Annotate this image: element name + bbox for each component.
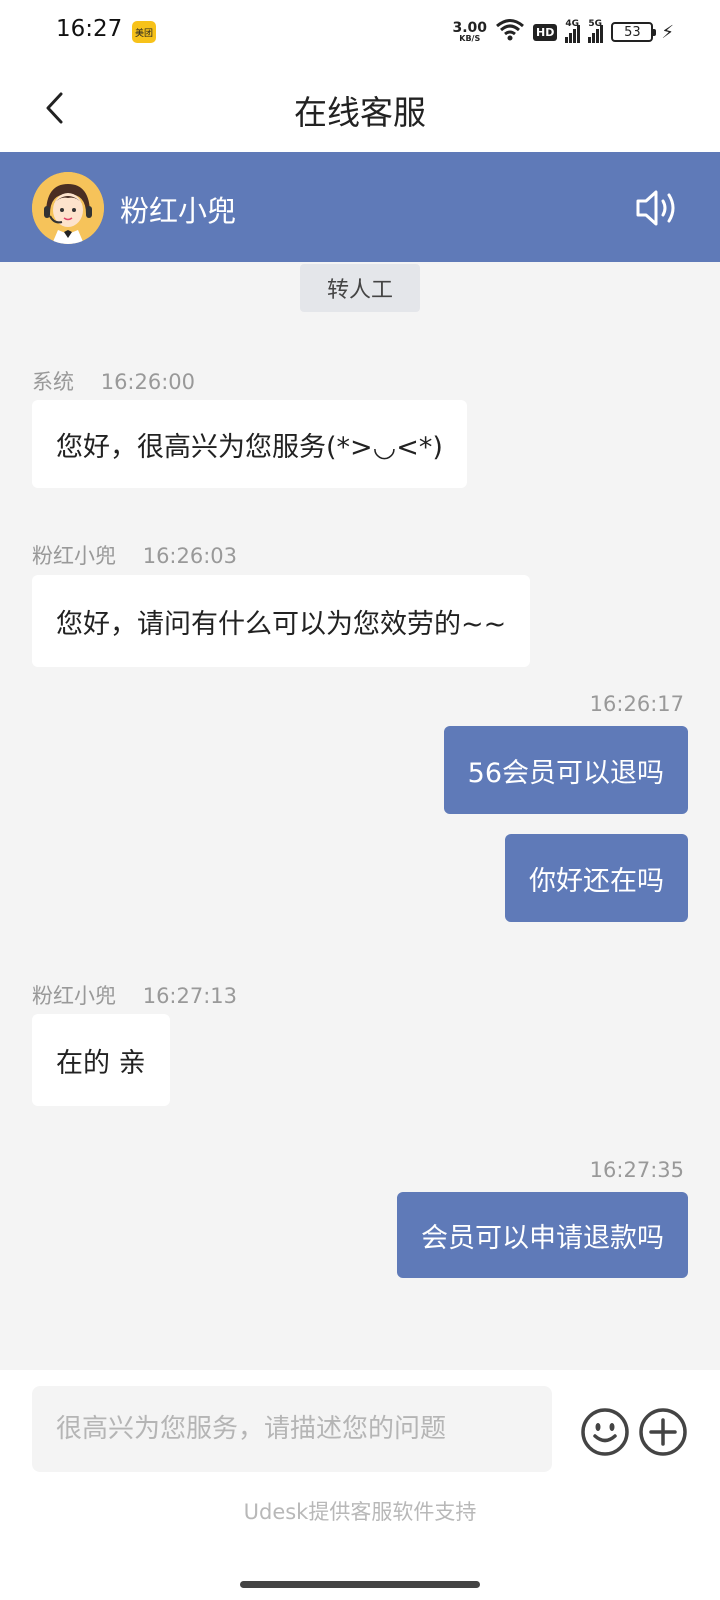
agent-header: 粉红小兜 bbox=[0, 152, 720, 262]
message-time: 16:26:03 bbox=[142, 544, 238, 568]
message-time: 16:26:00 bbox=[100, 370, 196, 394]
composer: Udesk提供客服软件支持 bbox=[0, 1370, 720, 1600]
agent-name: 粉红小兜 bbox=[120, 194, 237, 228]
message-sender: 粉红小兜 bbox=[32, 984, 116, 1008]
powered-by-text: Udesk提供客服软件支持 bbox=[243, 1500, 477, 1524]
message-time: 16:27:35 bbox=[589, 1158, 684, 1182]
agent-avatar bbox=[32, 172, 104, 244]
signal-4g-label: 4G bbox=[565, 19, 580, 29]
battery-icon: 53 bbox=[611, 22, 657, 42]
more-options-button[interactable] bbox=[638, 1407, 688, 1457]
network-speed-value: 3.00 bbox=[452, 20, 488, 36]
message-bubble-left: 您好，请问有什么可以为您效劳的~~ bbox=[32, 575, 531, 667]
meituan-notification-icon: 美团 bbox=[132, 21, 156, 43]
network-speed: 3.00 KB/S bbox=[452, 21, 487, 43]
message-meta: 粉红小兜 16:27:13 bbox=[32, 980, 237, 1010]
message-meta: 系统 16:26:00 bbox=[32, 366, 195, 396]
message-time: 16:26:17 bbox=[589, 692, 684, 716]
message-meta: 粉红小兜 16:26:03 bbox=[32, 540, 237, 570]
message-input-container bbox=[32, 1386, 552, 1472]
status-time: 16:27 bbox=[56, 16, 123, 42]
signal-5g-icon: 5G bbox=[588, 19, 604, 43]
status-bar: 16:27 美团 3.00 KB/S HD 4G 5G 53 ⚡ bbox=[0, 0, 720, 64]
emoji-button[interactable] bbox=[580, 1407, 630, 1457]
nav-bar: 在线客服 bbox=[0, 64, 720, 152]
hd-voice-icon: HD bbox=[533, 23, 558, 41]
message-time: 16:27:13 bbox=[142, 984, 238, 1008]
plus-circle-icon bbox=[639, 1408, 687, 1456]
wifi-icon bbox=[495, 18, 525, 46]
message-sender: 粉红小兜 bbox=[32, 544, 116, 568]
sound-toggle-button[interactable] bbox=[634, 188, 684, 228]
network-speed-unit: KB/S bbox=[459, 34, 481, 43]
smiley-icon bbox=[581, 1408, 629, 1456]
message-bubble-right: 会员可以申请退款吗 bbox=[397, 1192, 688, 1278]
signal-4g-icon: 4G bbox=[565, 19, 581, 43]
message-input[interactable] bbox=[56, 1414, 528, 1444]
page-title: 在线客服 bbox=[294, 93, 426, 132]
message-bubble-right: 56会员可以退吗 bbox=[443, 726, 688, 814]
message-bubble-right: 你好还在吗 bbox=[505, 834, 688, 922]
speaker-icon bbox=[636, 190, 675, 226]
message-bubble-left: 在的 亲 bbox=[32, 1014, 170, 1106]
home-indicator[interactable] bbox=[240, 1581, 480, 1588]
status-indicators: 3.00 KB/S HD 4G 5G 53 ⚡ bbox=[452, 18, 674, 46]
battery-level: 53 bbox=[624, 24, 641, 40]
signal-5g-label: 5G bbox=[588, 19, 603, 29]
charging-icon: ⚡ bbox=[661, 21, 674, 43]
transfer-to-human-button[interactable]: 转人工 bbox=[300, 264, 420, 312]
message-bubble-left: 您好，很高兴为您服务(*>◡<*) bbox=[32, 400, 467, 488]
message-sender: 系统 bbox=[32, 370, 74, 394]
